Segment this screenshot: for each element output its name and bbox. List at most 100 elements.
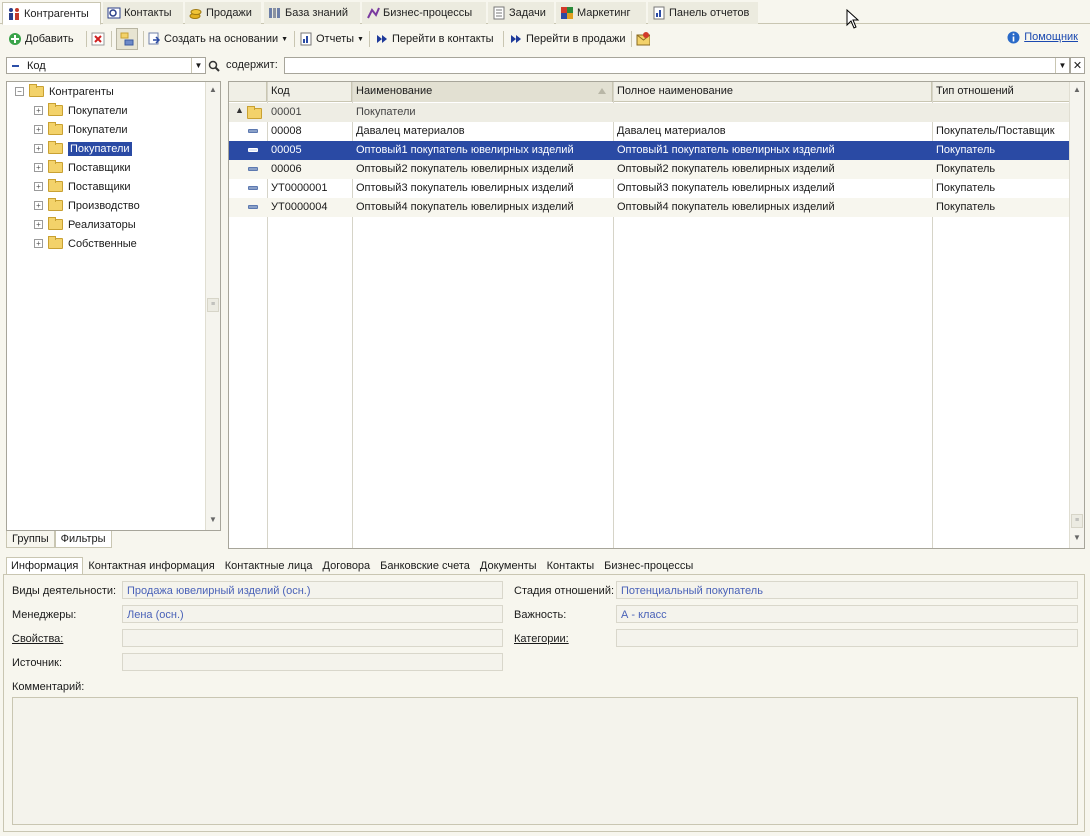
groups-tree[interactable]: − Контрагенты + Покупатели + Покупатели … bbox=[6, 81, 221, 531]
go-contacts-label: Перейти в контакты bbox=[392, 33, 494, 45]
tree-label: Покупатели bbox=[68, 104, 128, 117]
delete-button[interactable] bbox=[91, 28, 105, 50]
tab-contacts[interactable]: Контакты bbox=[542, 557, 600, 575]
expand-icon[interactable]: + bbox=[34, 220, 43, 229]
managers-field[interactable]: Лена (осн.) bbox=[122, 605, 503, 623]
column-header-code[interactable]: Код bbox=[267, 82, 352, 102]
table-row-group[interactable]: ▲ 00001 Покупатели bbox=[229, 103, 1069, 122]
tab-label: Продажи bbox=[206, 7, 252, 19]
envelope-button[interactable] bbox=[636, 28, 650, 50]
expand-icon[interactable]: + bbox=[34, 144, 43, 153]
expand-icon[interactable]: + bbox=[34, 182, 43, 191]
tree-item[interactable]: + Собственные bbox=[34, 234, 137, 253]
folder-icon bbox=[48, 160, 63, 173]
add-button[interactable]: Добавить bbox=[8, 28, 74, 50]
expand-icon[interactable]: + bbox=[34, 125, 43, 134]
properties-field[interactable] bbox=[122, 629, 503, 647]
tree-item-selected[interactable]: + Покупатели bbox=[34, 139, 132, 158]
column-header-full-name[interactable]: Полное наименование bbox=[613, 82, 932, 102]
clear-filter-button[interactable]: ✕ bbox=[1070, 57, 1085, 74]
tab-counterparties[interactable]: Контрагенты bbox=[2, 2, 101, 25]
categories-field[interactable] bbox=[616, 629, 1078, 647]
folder-icon bbox=[48, 217, 63, 230]
tab-knowledge-base[interactable]: База знаний bbox=[264, 2, 360, 24]
create-based-on-button[interactable]: Создать на основании ▼ bbox=[147, 28, 288, 50]
table-row[interactable]: УТ0000004 Оптовый4 покупатель ювелирных … bbox=[229, 198, 1069, 217]
tree-root[interactable]: − Контрагенты bbox=[15, 82, 114, 101]
tab-bank-accounts[interactable]: Банковские счета bbox=[375, 557, 475, 575]
scroll-down-icon[interactable]: ▼ bbox=[1072, 533, 1082, 545]
tab-sales[interactable]: Продажи bbox=[185, 2, 261, 24]
tab-marketing[interactable]: Маркетинг bbox=[556, 2, 646, 24]
reports-button[interactable]: Отчеты ▼ bbox=[299, 28, 364, 50]
folder-icon bbox=[48, 198, 63, 211]
tree-item[interactable]: + Реализаторы bbox=[34, 215, 136, 234]
tab-groups[interactable]: Группы bbox=[6, 531, 55, 548]
table-row[interactable]: УТ0000001 Оптовый3 покупатель ювелирных … bbox=[229, 179, 1069, 198]
helper-link[interactable]: Помощник bbox=[1006, 30, 1078, 44]
table-row[interactable]: 00006 Оптовый2 покупатель ювелирных изде… bbox=[229, 160, 1069, 179]
tab-contact-information[interactable]: Контактная информация bbox=[83, 557, 219, 575]
scroll-up-icon[interactable]: ▲ bbox=[208, 85, 218, 97]
go-to-sales-button[interactable]: Перейти в продажи bbox=[509, 28, 626, 50]
cell-full-name: Оптовый1 покупатель ювелирных изделий bbox=[617, 144, 835, 156]
tree-item[interactable]: + Покупатели bbox=[34, 120, 128, 139]
tab-reports-panel[interactable]: Панель отчетов bbox=[648, 2, 758, 24]
tree-scrollbar[interactable]: ▲ ≡ ▼ bbox=[205, 82, 220, 530]
go-to-contacts-button[interactable]: Перейти в контакты bbox=[375, 28, 494, 50]
section-tabs: Контрагенты Контакты Продажи База знаний… bbox=[0, 0, 1090, 25]
tree-item[interactable]: + Поставщики bbox=[34, 177, 131, 196]
collapse-icon[interactable]: − bbox=[15, 87, 24, 96]
tree-label: Контрагенты bbox=[49, 85, 114, 98]
create-based-icon bbox=[147, 32, 161, 46]
reports-panel-icon bbox=[652, 6, 666, 20]
scroll-down-icon[interactable]: ▼ bbox=[208, 515, 218, 527]
tab-filters[interactable]: Фильтры bbox=[54, 531, 112, 548]
tab-business-processes[interactable]: Бизнес-процессы bbox=[362, 2, 486, 24]
filter-field-select[interactable]: Код ▼ bbox=[6, 57, 206, 74]
tab-contracts[interactable]: Договора bbox=[318, 557, 376, 575]
contains-label: содержит: bbox=[226, 59, 278, 71]
comment-textarea[interactable] bbox=[12, 697, 1078, 825]
expand-icon[interactable]: + bbox=[34, 201, 43, 210]
tab-documents[interactable]: Документы bbox=[475, 557, 542, 575]
hierarchy-toggle-button[interactable] bbox=[116, 28, 138, 50]
tab-contact-persons[interactable]: Контактные лица bbox=[220, 557, 318, 575]
activity-field[interactable]: Продажа ювелирный изделий (осн.) bbox=[122, 581, 503, 599]
tree-item[interactable]: + Поставщики bbox=[34, 158, 131, 177]
expand-icon[interactable]: + bbox=[34, 106, 43, 115]
cell-name: Оптовый2 покупатель ювелирных изделий bbox=[356, 163, 574, 175]
toolbar-divider bbox=[503, 31, 504, 47]
table-row-selected[interactable]: 00005 Оптовый1 покупатель ювелирных изде… bbox=[229, 141, 1069, 160]
scroll-up-icon[interactable]: ▲ bbox=[1072, 85, 1082, 97]
toolbar: Добавить Создать на основании ▼ Отчеты ▼… bbox=[0, 26, 1090, 52]
tree-item[interactable]: + Покупатели bbox=[34, 101, 128, 120]
search-button[interactable] bbox=[207, 57, 221, 74]
properties-link[interactable]: Свойства: bbox=[12, 633, 63, 645]
tree-item[interactable]: + Производство bbox=[34, 196, 140, 215]
tab-business-processes[interactable]: Бизнес-процессы bbox=[599, 557, 698, 575]
importance-field[interactable]: А - класс bbox=[616, 605, 1078, 623]
tab-information[interactable]: Информация bbox=[6, 557, 84, 575]
expand-icon[interactable]: + bbox=[34, 163, 43, 172]
column-header-relation-type[interactable]: Тип отношений bbox=[932, 82, 1069, 102]
table-row[interactable]: 00008 Давалец материалов Давалец материа… bbox=[229, 122, 1069, 141]
tab-tasks[interactable]: Задачи bbox=[488, 2, 554, 24]
stage-field[interactable]: Потенциальный покупатель bbox=[616, 581, 1078, 599]
chevron-down-icon[interactable]: ▼ bbox=[191, 58, 205, 73]
table-scrollbar[interactable]: ▲ ≡ ▼ bbox=[1069, 82, 1084, 548]
cell-name: Покупатели bbox=[356, 106, 416, 118]
source-field[interactable] bbox=[122, 653, 503, 671]
managers-label: Менеджеры: bbox=[12, 609, 77, 621]
scroll-thumb[interactable]: ≡ bbox=[207, 298, 219, 312]
contains-input[interactable]: ▼ bbox=[284, 57, 1070, 74]
close-icon: ✕ bbox=[1072, 60, 1083, 72]
stage-label: Стадия отношений: bbox=[514, 585, 615, 597]
tab-contacts[interactable]: Контакты bbox=[103, 2, 183, 24]
column-header-name[interactable]: Наименование bbox=[352, 82, 613, 102]
counterparties-table[interactable]: Код Наименование Полное наименование Тип… bbox=[228, 81, 1085, 549]
categories-link[interactable]: Категории: bbox=[514, 633, 569, 645]
expand-icon[interactable]: + bbox=[34, 239, 43, 248]
scroll-thumb[interactable]: ≡ bbox=[1071, 514, 1083, 528]
chevron-down-icon[interactable]: ▼ bbox=[1055, 58, 1069, 73]
